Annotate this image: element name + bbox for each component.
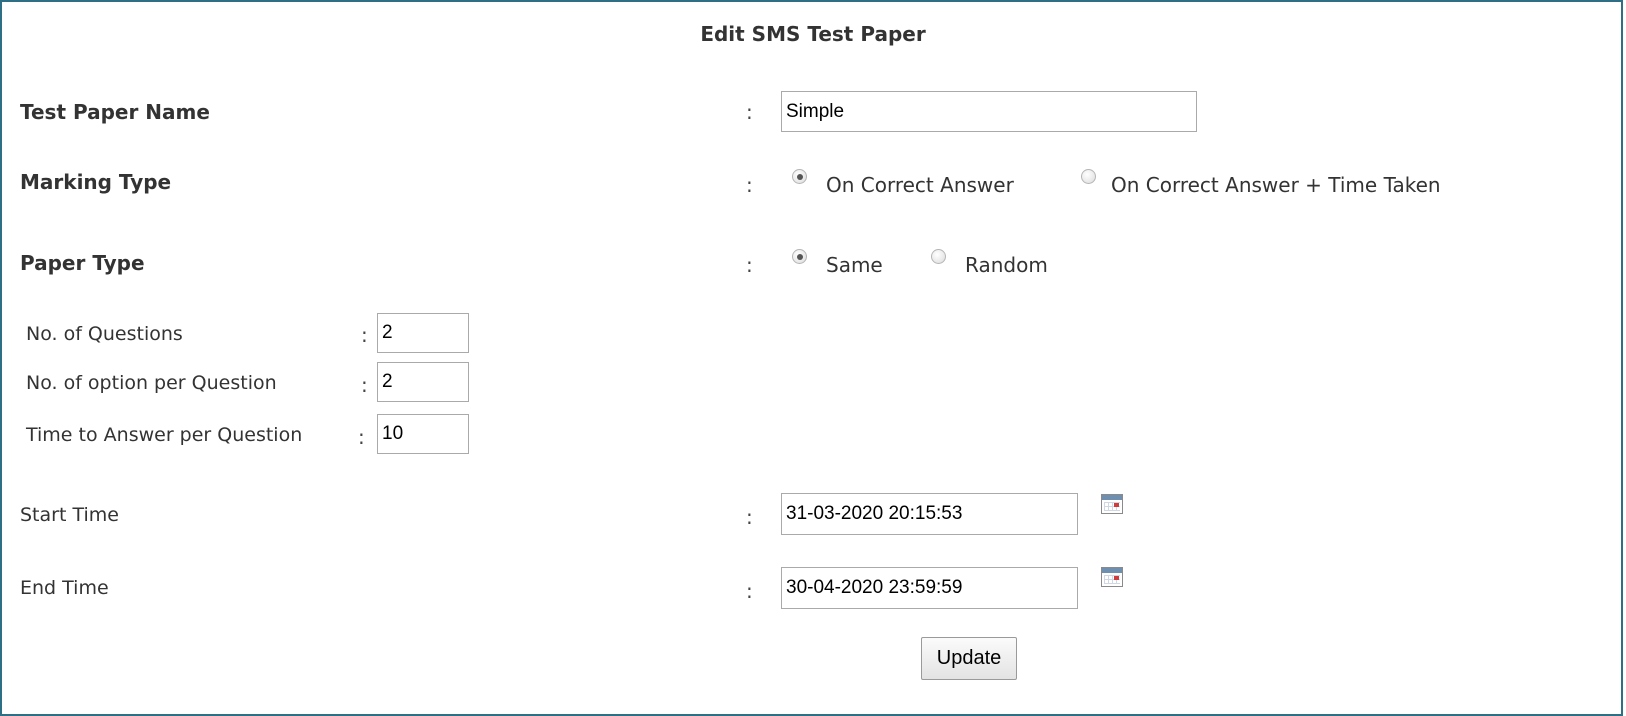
test-paper-name-value: Simple: [786, 100, 845, 122]
colon: :: [358, 425, 365, 449]
time-to-answer-label: Time to Answer per Question: [26, 424, 303, 446]
no-of-questions-value: 2: [382, 322, 393, 343]
start-time-input[interactable]: 31-03-2020 20:15:53: [781, 493, 1078, 535]
end-time-input[interactable]: 30-04-2020 23:59:59: [781, 567, 1078, 609]
time-to-answer-value: 10: [382, 423, 404, 444]
no-of-questions-input[interactable]: 2: [377, 313, 469, 353]
update-button[interactable]: Update: [921, 637, 1017, 680]
marking-type-option-label[interactable]: On Correct Answer: [826, 173, 1014, 197]
test-paper-name-label: Test Paper Name: [20, 100, 210, 124]
colon: :: [361, 323, 368, 347]
marking-type-label: Marking Type: [20, 170, 172, 194]
calendar-icon[interactable]: [1101, 494, 1123, 514]
end-time-label: End Time: [20, 577, 109, 599]
paper-type-label: Paper Type: [20, 251, 145, 275]
marking-type-radio-time-taken[interactable]: [1081, 169, 1096, 184]
page-title: Edit SMS Test Paper: [700, 22, 926, 46]
start-time-value: 31-03-2020 20:15:53: [786, 503, 963, 524]
paper-type-radio-same[interactable]: [792, 249, 807, 264]
colon: :: [361, 373, 368, 397]
marking-type-radio-on-correct-answer[interactable]: [792, 169, 807, 184]
paper-type-option-label[interactable]: Same: [826, 253, 883, 277]
colon: :: [746, 505, 753, 529]
calendar-icon[interactable]: [1101, 567, 1123, 587]
no-of-questions-label: No. of Questions: [26, 323, 183, 345]
start-time-label: Start Time: [20, 504, 119, 526]
time-to-answer-input[interactable]: 10: [377, 414, 469, 454]
colon: :: [746, 173, 753, 197]
no-of-option-value: 2: [382, 371, 393, 392]
no-of-option-input[interactable]: 2: [377, 362, 469, 402]
no-of-option-label: No. of option per Question: [26, 372, 277, 394]
end-time-value: 30-04-2020 23:59:59: [786, 577, 963, 598]
paper-type-radio-random[interactable]: [931, 249, 946, 264]
colon: :: [746, 253, 753, 277]
marking-type-option-label[interactable]: On Correct Answer + Time Taken: [1111, 173, 1441, 197]
colon: :: [746, 579, 753, 603]
paper-type-option-label[interactable]: Random: [965, 253, 1048, 277]
test-paper-name-input[interactable]: Simple: [781, 91, 1197, 132]
colon: :: [746, 100, 753, 124]
